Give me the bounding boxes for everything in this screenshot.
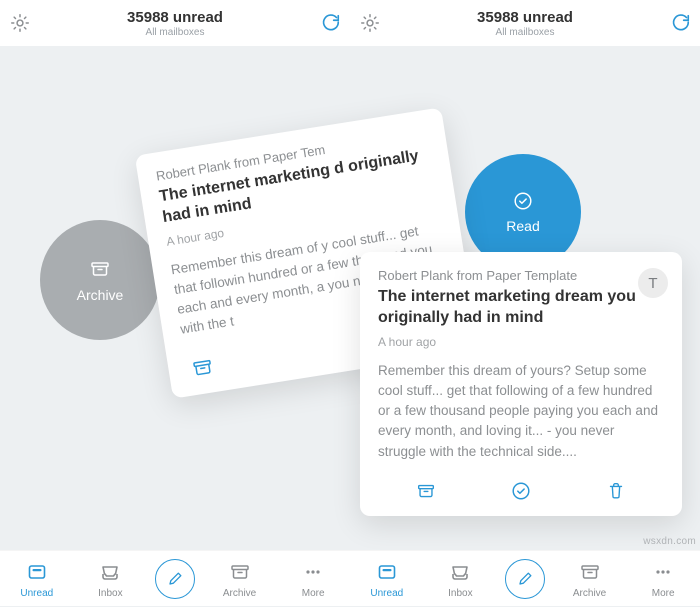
tab-label: Unread [370, 588, 403, 599]
header-title-block: 35988 unread All mailboxes [127, 9, 223, 38]
tab-archive[interactable]: Archive [561, 558, 619, 599]
tab-label: Inbox [98, 588, 122, 599]
tab-inbox[interactable]: Inbox [81, 558, 139, 599]
tabbar-left: Unread Inbox Archive More [0, 550, 350, 606]
tab-archive[interactable]: Archive [211, 558, 269, 599]
watermark: wsxdn.com [643, 536, 696, 547]
tab-unread[interactable]: Unread [8, 558, 66, 599]
header-left: 35988 unread All mailboxes [0, 0, 350, 46]
archive-icon [228, 560, 252, 584]
mailbox-subtitle: All mailboxes [127, 27, 223, 38]
compose-button[interactable] [505, 559, 545, 599]
tab-label: More [652, 588, 675, 599]
compose-button[interactable] [155, 559, 195, 599]
unread-count-title: 35988 unread [477, 9, 573, 26]
tab-label: Archive [223, 588, 256, 599]
tabbar-right: Unread Inbox Archive More [350, 550, 700, 606]
header-title-block: 35988 unread All mailboxes [477, 9, 573, 38]
more-icon [651, 560, 675, 584]
trash-icon [605, 480, 627, 502]
tab-label: Unread [20, 588, 53, 599]
pen-icon [515, 569, 535, 589]
archive-label: Archive [77, 287, 124, 303]
tab-unread[interactable]: Unread [358, 558, 416, 599]
tab-label: Archive [573, 588, 606, 599]
pen-icon [165, 569, 185, 589]
card-actions [378, 480, 664, 502]
unread-count-title: 35988 unread [127, 9, 223, 26]
archive-icon [189, 354, 216, 381]
unread-icon [25, 560, 49, 584]
gear-icon[interactable] [6, 9, 34, 37]
inbox-icon [98, 560, 122, 584]
check-circle-icon [510, 480, 532, 502]
timestamp: A hour ago [378, 335, 664, 349]
header-right: 35988 unread All mailboxes [350, 0, 700, 46]
read-label: Read [506, 218, 539, 234]
inbox-icon [448, 560, 472, 584]
archive-action[interactable] [378, 480, 473, 502]
unread-icon [375, 560, 399, 584]
archive-icon [578, 560, 602, 584]
more-icon [301, 560, 325, 584]
email-card[interactable]: T Robert Plank from Paper Template The i… [360, 252, 682, 516]
tab-label: More [302, 588, 325, 599]
gear-icon[interactable] [356, 9, 384, 37]
refresh-icon[interactable] [666, 9, 694, 37]
archive-action[interactable] [189, 354, 216, 381]
check-circle-icon [512, 190, 534, 212]
markread-action[interactable] [473, 480, 568, 502]
refresh-icon[interactable] [316, 9, 344, 37]
tab-inbox[interactable]: Inbox [431, 558, 489, 599]
archive-icon [415, 480, 437, 502]
mailbox-subtitle: All mailboxes [477, 27, 573, 38]
archive-bubble[interactable]: Archive [40, 220, 160, 340]
tab-more[interactable]: More [284, 558, 342, 599]
tab-label: Inbox [448, 588, 472, 599]
sender: Robert Plank from Paper Template [378, 268, 664, 283]
subject: The internet marketing dream you origina… [378, 287, 664, 329]
preview-body: Remember this dream of yours? Setup some… [378, 361, 664, 462]
avatar: T [638, 268, 668, 298]
tab-more[interactable]: More [634, 558, 692, 599]
delete-action[interactable] [569, 480, 664, 502]
archive-icon [88, 257, 112, 281]
